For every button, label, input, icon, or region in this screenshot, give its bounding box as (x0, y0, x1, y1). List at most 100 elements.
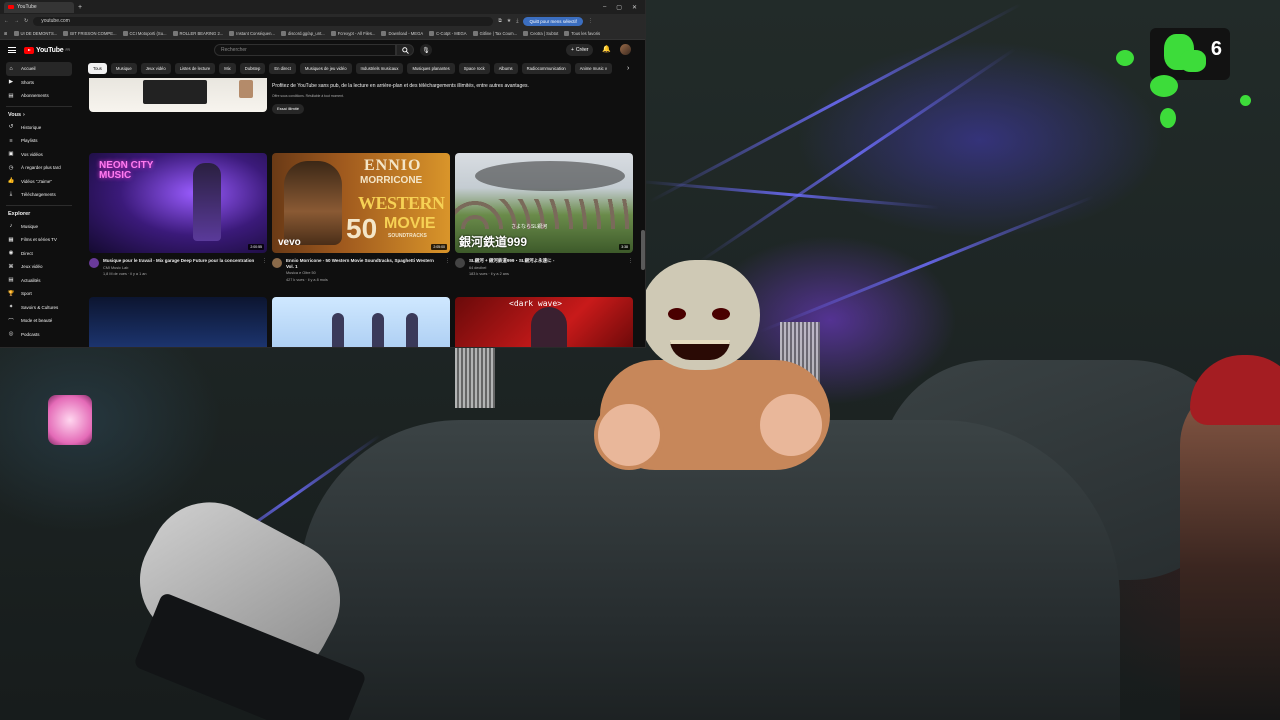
video-title[interactable]: Musique pour le travail - Mix garage Dee… (103, 258, 256, 264)
bookmark[interactable]: C-Cotpt - MEGA (429, 31, 467, 36)
channel-name[interactable]: Musica e Oltre 50 (286, 271, 439, 276)
sidebar-item-history[interactable]: ↺ Historique (6, 121, 82, 135)
channel-name[interactable]: CMI Music Lab (103, 266, 256, 271)
chip[interactable]: Space rock (458, 63, 490, 74)
video-thumbnail[interactable]: <dark wave> (455, 297, 633, 347)
bookmark[interactable]: Tous les favoris (564, 31, 600, 36)
chip[interactable]: Jeux vidéo (140, 63, 171, 74)
sidebar-section-you[interactable]: Vous › (6, 110, 82, 121)
sidebar-item-music[interactable]: ♪ Musique (6, 220, 82, 234)
youtube-logo[interactable]: YouTube FR (24, 46, 70, 54)
video-title[interactable]: Ennio Morricone - 50 Western Movie Sound… (286, 258, 439, 269)
channel-avatar[interactable] (455, 258, 465, 268)
sidebar-item-subscriptions[interactable]: ▤ Abonnements (6, 89, 82, 103)
sidebar-item-fashion[interactable]: ⌒ Mode et beauté (6, 314, 82, 328)
sidebar-item-sport[interactable]: 🏆 Sport (6, 287, 82, 301)
more-options-icon[interactable]: ⋮ (628, 258, 633, 277)
youtube-favicon-icon (8, 5, 14, 9)
avatar[interactable] (620, 44, 631, 55)
sidebar-item-live[interactable]: ◉ Direct (6, 247, 82, 261)
video-thumbnail[interactable]: ENNIO MORRICONE WESTERN 50 MOVIE SOUNDTR… (272, 153, 450, 253)
hamburger-menu-icon[interactable] (8, 47, 16, 53)
more-options-icon[interactable]: ⋮ (262, 258, 267, 277)
sidebar-item-podcasts[interactable]: ◎ Podcasts (6, 328, 82, 342)
scrollbar-thumb[interactable] (641, 230, 645, 270)
sidebar: ⌂ Accueil ▶ Shorts ▤ Abonnements Vous › ↺ His… (0, 62, 82, 347)
chevron-right-icon[interactable]: › (627, 65, 629, 72)
tab-youtube[interactable]: YouTube (4, 1, 74, 13)
chip[interactable]: Listes de lecture (174, 63, 216, 74)
video-card[interactable] (272, 297, 450, 347)
bookmark[interactable]: Instant Conséquen... (229, 31, 275, 36)
video-card[interactable]: ENNIO MORRICONE WESTERN 50 MOVIE SOUNDTR… (272, 153, 450, 283)
bookmark[interactable]: Fcrexypt - All Files... (330, 31, 375, 36)
maximize-icon[interactable]: ▢ (616, 4, 622, 11)
sidebar-item-downloads[interactable]: ⤓ Téléchargements (6, 188, 82, 202)
bookmark[interactable]: BIT FRISSON COMPE... (63, 31, 117, 36)
bookmark[interactable]: Gitline | Tax Coum... (472, 31, 517, 36)
video-card[interactable]: さよならSL銀河 銀河鉄道999 3:38 SL銀河 + 銀河鉄道999・SL銀… (455, 153, 633, 277)
video-meta: 183 k vues · il y a 2 ans (469, 272, 509, 277)
promo-trial-button[interactable]: Essai illimité (272, 104, 305, 114)
chip[interactable]: En direct (269, 63, 296, 74)
reload-icon[interactable]: ↻ (24, 18, 28, 24)
sidebar-item-playlists[interactable]: ≡ Playlists (6, 134, 82, 148)
minimize-icon[interactable]: – (603, 4, 606, 11)
channel-name[interactable]: 64 decibel (469, 266, 622, 271)
bookmark-star-icon[interactable]: ★ (507, 18, 511, 24)
video-card[interactable]: NEON CITY MUSIC 2:00:55 Musique pour le … (89, 153, 267, 277)
sidebar-item-home[interactable]: ⌂ Accueil (6, 62, 72, 76)
chip[interactable]: Industriels musicaux (355, 63, 404, 74)
chip[interactable]: Mix (219, 63, 236, 74)
sidebar-item-learning[interactable]: ✦ Savoirs & Cultures (6, 301, 82, 315)
chip[interactable]: Musiques de jeu vidéo (299, 63, 352, 74)
video-card[interactable]: <dark wave> (455, 297, 633, 347)
bookmark[interactable]: UI DE DEMONTS... (13, 31, 57, 36)
close-icon[interactable]: ✕ (632, 4, 637, 11)
search-input[interactable]: Rechercher (214, 44, 396, 56)
sidebar-item-gaming[interactable]: ⌘ Jeux vidéo (6, 260, 82, 274)
scrollbar-track[interactable] (641, 60, 645, 346)
forward-icon[interactable]: → (14, 18, 19, 24)
sidebar-item-watch-later[interactable]: ◷ À regarder plus tard (6, 161, 82, 175)
voice-search-button[interactable]: 🎙 (420, 44, 432, 56)
channel-avatar[interactable] (89, 258, 99, 268)
apps-icon[interactable]: ⊞ (4, 31, 8, 36)
bookmark[interactable]: Download - MEGA (381, 31, 423, 36)
notifications-icon[interactable]: 🔔 (602, 45, 611, 53)
extensions-icon[interactable]: ⧉ (498, 18, 502, 24)
video-card[interactable] (89, 297, 267, 347)
download-icon[interactable]: ⤓ (516, 18, 518, 24)
download-icon: ⤓ (9, 191, 13, 198)
chip[interactable]: Anime music v (574, 63, 612, 74)
chip[interactable]: Albums (493, 63, 518, 74)
channel-avatar[interactable] (272, 258, 282, 268)
back-icon[interactable]: ← (4, 18, 9, 24)
more-icon[interactable]: ⋮ (588, 18, 593, 24)
new-tab-icon[interactable]: + (78, 4, 82, 11)
update-button[interactable]: Quitt pour mens sélectif (523, 16, 583, 26)
sidebar-item-shorts[interactable]: ▶ Shorts (6, 76, 82, 90)
chip-all[interactable]: Tous (88, 63, 107, 74)
video-thumbnail[interactable] (272, 297, 450, 347)
more-options-icon[interactable]: ⋮ (445, 258, 450, 283)
chip[interactable]: Radiocommunication (521, 63, 571, 74)
bookmark[interactable]: ROLLER BEARING 2... (172, 31, 223, 36)
bookmark[interactable]: CCI Motoporti (Su... (122, 31, 167, 36)
url-field[interactable]: youtube.com (33, 16, 494, 26)
chip[interactable]: Musique (110, 63, 137, 74)
sidebar-item-news[interactable]: ▤ Actualités (6, 274, 82, 288)
create-button[interactable]: + Créer (566, 44, 594, 56)
video-thumbnail[interactable]: さよならSL銀河 銀河鉄道999 3:38 (455, 153, 633, 253)
video-thumbnail[interactable]: NEON CITY MUSIC 2:00:55 (89, 153, 267, 253)
video-title[interactable]: SL銀河 + 銀河鉄道999・SL銀河よ永遠に - (469, 258, 622, 264)
chip[interactable]: Musiques planantes (407, 63, 455, 74)
sidebar-item-movies[interactable]: ▦ Films et séries TV (6, 233, 82, 247)
chip[interactable]: Dubstep (239, 63, 266, 74)
sidebar-item-your-videos[interactable]: ▣ Vos vidéos (6, 148, 82, 162)
sidebar-item-liked[interactable]: 👍 Vidéos "J'aime" (6, 175, 82, 189)
video-thumbnail[interactable] (89, 297, 267, 347)
bookmark[interactable]: discord.gg/ap_unt... (280, 31, 325, 36)
search-button[interactable] (396, 44, 414, 56)
bookmark[interactable]: Ceotra | Subtot (523, 31, 558, 36)
